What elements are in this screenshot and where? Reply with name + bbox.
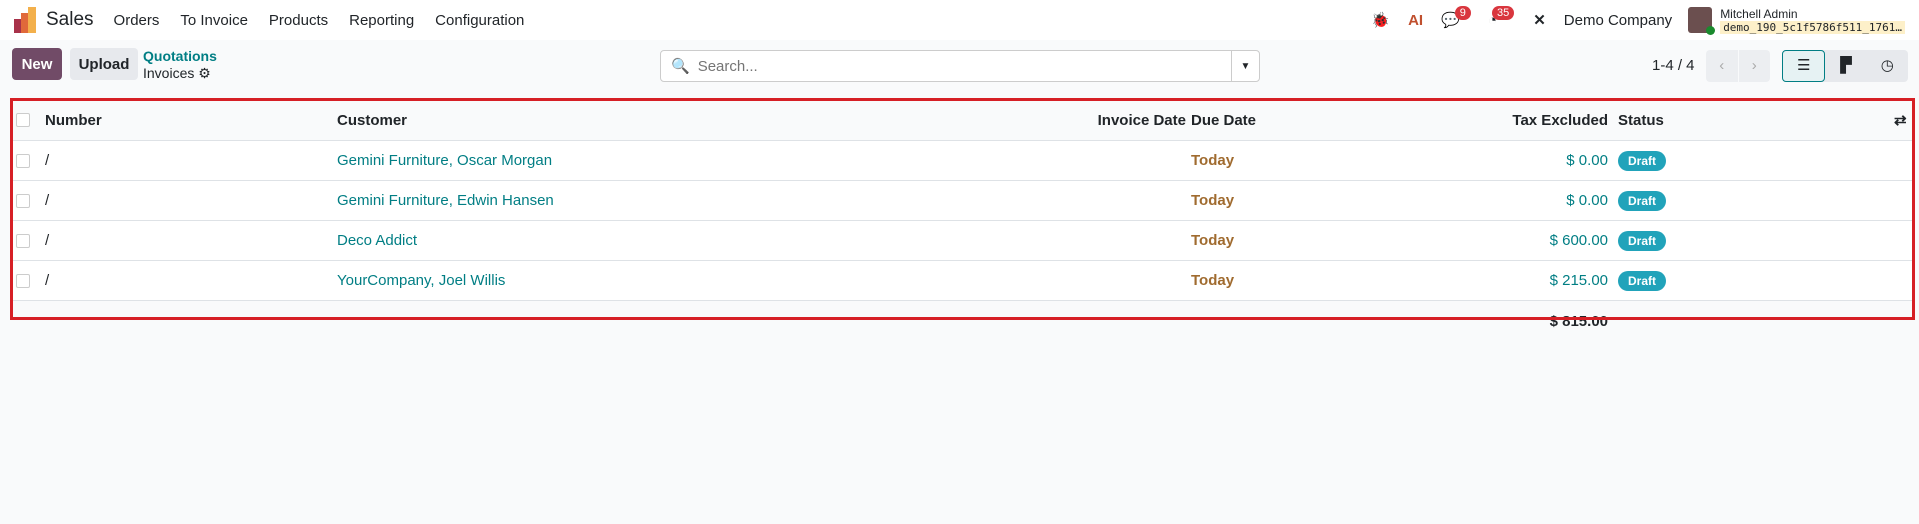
cell-customer[interactable]: YourCompany, Joel Willis xyxy=(337,261,505,300)
top-navbar: Sales Orders To Invoice Products Reporti… xyxy=(0,0,1919,40)
menu-orders[interactable]: Orders xyxy=(114,12,160,29)
menu-reporting[interactable]: Reporting xyxy=(349,12,414,29)
select-all-checkbox[interactable] xyxy=(16,113,30,127)
table-row[interactable]: / Deco Addict Today $ 600.00 Draft xyxy=(12,221,1912,261)
cell-number: / xyxy=(45,232,50,249)
company-switcher[interactable]: Demo Company xyxy=(1564,12,1672,29)
status-badge: Draft xyxy=(1618,270,1667,291)
search-bar: 🔍 ▼ xyxy=(660,50,1260,82)
menu-to-invoice[interactable]: To Invoice xyxy=(180,12,248,29)
kanban-view-button[interactable]: ▛ xyxy=(1825,50,1866,82)
cell-tax-excluded: $ 0.00 xyxy=(1566,192,1608,209)
row-checkbox[interactable] xyxy=(16,234,30,248)
cell-customer[interactable]: Gemini Furniture, Edwin Hansen xyxy=(337,181,554,220)
row-checkbox[interactable] xyxy=(16,274,30,288)
pager-nav: ‹ › xyxy=(1706,50,1770,82)
new-button[interactable]: New xyxy=(12,48,62,80)
menu-products[interactable]: Products xyxy=(269,12,328,29)
cell-invoice-date xyxy=(1072,221,1186,260)
cell-number: / xyxy=(45,152,50,169)
pager-next-button[interactable]: › xyxy=(1739,50,1771,82)
table-row[interactable]: / Gemini Furniture, Oscar Morgan Today $… xyxy=(12,141,1912,181)
table-header: Number Customer Invoice Date Due Date Ta… xyxy=(12,100,1912,141)
cell-customer[interactable]: Gemini Furniture, Oscar Morgan xyxy=(337,141,552,180)
user-avatar[interactable] xyxy=(1688,7,1716,35)
activity-view-button[interactable]: ◷ xyxy=(1867,50,1908,82)
debug-bug-icon[interactable]: 🐞 xyxy=(1371,11,1390,29)
sales-app-logo-icon[interactable] xyxy=(14,7,36,33)
systray: 🐞 AI 💬 9 ◔ 35 ✕ Demo Company Mitchell Admi… xyxy=(1371,0,1919,40)
database-name: demo_190_5c1f5786f511_1761… xyxy=(1720,20,1905,34)
breadcrumb-quotations[interactable]: Quotations xyxy=(143,48,217,65)
cell-number: / xyxy=(45,192,50,209)
invoices-list: Number Customer Invoice Date Due Date Ta… xyxy=(12,100,1912,341)
table-row[interactable]: / Gemini Furniture, Edwin Hansen Today $… xyxy=(12,181,1912,221)
ai-icon[interactable]: AI xyxy=(1408,12,1423,29)
user-name[interactable]: Mitchell Admin xyxy=(1720,7,1905,21)
cell-number: / xyxy=(45,272,50,289)
messages-badge: 9 xyxy=(1454,6,1471,20)
activities-badge: 35 xyxy=(1491,6,1515,20)
header-invoice-date[interactable]: Invoice Date xyxy=(1072,100,1186,140)
cell-invoice-date xyxy=(1072,141,1186,180)
cell-customer[interactable]: Deco Addict xyxy=(337,221,417,260)
view-switcher: ☰ ▛ ◷ xyxy=(1782,50,1908,82)
cell-due-date: Today xyxy=(1191,192,1235,209)
app-name[interactable]: Sales xyxy=(46,9,94,31)
status-badge: Draft xyxy=(1618,230,1667,251)
search-options-toggle[interactable]: ▼ xyxy=(1231,51,1259,81)
row-checkbox[interactable] xyxy=(16,154,30,168)
pager-value[interactable]: 1-4 / 4 xyxy=(1652,57,1695,74)
cell-due-date: Today xyxy=(1191,232,1235,249)
search-icon: 🔍 xyxy=(671,58,690,75)
list-view-button[interactable]: ☰ xyxy=(1782,50,1826,82)
cell-tax-excluded: $ 600.00 xyxy=(1549,232,1608,249)
control-panel: New Upload Quotations Invoices ⚙ 🔍 ▼ 1-4… xyxy=(0,48,1919,86)
status-badge: Draft xyxy=(1618,150,1667,171)
optional-columns-icon[interactable]: ⇄ xyxy=(1894,100,1907,140)
settings-tools-icon[interactable]: ✕ xyxy=(1533,11,1546,29)
cell-invoice-date xyxy=(1072,181,1186,220)
cell-due-date: Today xyxy=(1191,272,1235,289)
header-status[interactable]: Status xyxy=(1618,100,1664,140)
cell-tax-excluded: $ 0.00 xyxy=(1566,152,1608,169)
upload-button[interactable]: Upload xyxy=(70,48,138,80)
pager-previous-button[interactable]: ‹ xyxy=(1706,50,1739,82)
total-tax-excluded: $ 815.00 xyxy=(1549,312,1608,330)
header-number[interactable]: Number xyxy=(45,100,102,140)
search-input[interactable] xyxy=(697,57,1231,75)
cell-tax-excluded: $ 215.00 xyxy=(1549,272,1608,289)
table-row[interactable]: / YourCompany, Joel Willis Today $ 215.0… xyxy=(12,261,1912,301)
row-checkbox[interactable] xyxy=(16,194,30,208)
status-badge: Draft xyxy=(1618,190,1667,211)
header-customer[interactable]: Customer xyxy=(337,100,407,140)
menu-configuration[interactable]: Configuration xyxy=(435,12,524,29)
header-tax-excluded[interactable]: Tax Excluded xyxy=(1462,100,1608,140)
breadcrumb-current: Invoices xyxy=(143,65,195,81)
header-due-date[interactable]: Due Date xyxy=(1191,100,1256,140)
gear-icon[interactable]: ⚙ xyxy=(198,65,211,81)
cell-due-date: Today xyxy=(1191,152,1235,169)
cell-invoice-date xyxy=(1072,261,1186,300)
